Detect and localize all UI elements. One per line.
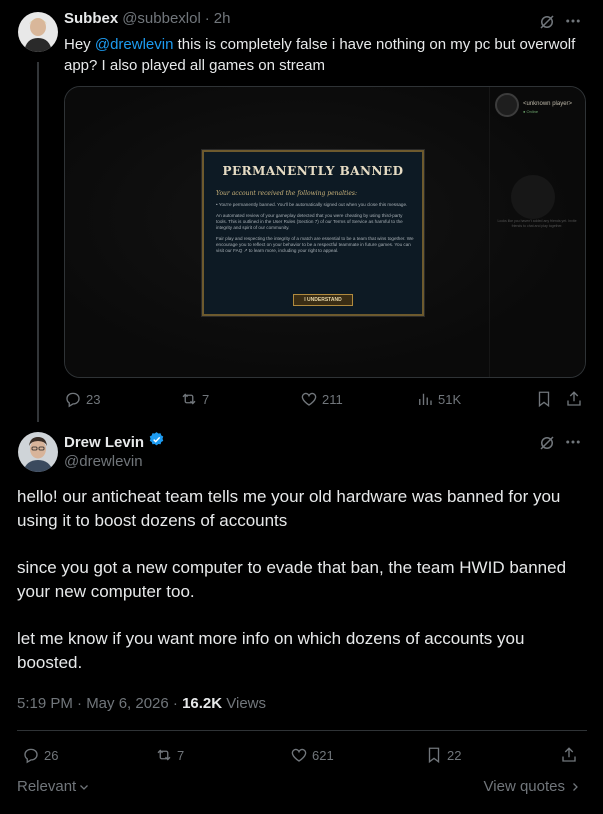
tweet1-author-handle[interactable]: @subbexlol: [122, 10, 201, 27]
media-social-panel: <unknown player> ● Online Looks like you…: [489, 87, 585, 377]
like-icon: [291, 748, 307, 762]
view-quotes-link[interactable]: View quotes: [484, 778, 581, 795]
grok-icon[interactable]: [538, 13, 556, 36]
tweet2-like-count: 621: [312, 747, 334, 763]
tweet1-header: Subbex @subbexlol · 2h: [64, 10, 230, 27]
tweet1-like-button[interactable]: 211: [300, 390, 343, 408]
tweet1-bookmark-button[interactable]: [535, 390, 553, 413]
tweet1-text-prefix: Hey: [64, 36, 95, 53]
ban-dialog-body: • You're permanently banned. You'll be a…: [216, 202, 414, 259]
tweet1-like-count: 211: [322, 391, 343, 407]
chevron-right-icon: [573, 782, 578, 791]
media-emblem: [511, 175, 555, 219]
tweet2-author-name[interactable]: Drew Levin: [64, 434, 144, 451]
more-icon[interactable]: [564, 433, 582, 456]
divider-top: [17, 730, 587, 731]
ban-dialog: PERMANENTLY BANNED Your account received…: [202, 150, 424, 316]
tweet2-paragraph: let me know if you want more info on whi…: [17, 629, 525, 672]
bookmark-icon: [428, 747, 440, 764]
tweet2-share-button[interactable]: [560, 746, 578, 769]
reply-icon: [66, 392, 80, 408]
avatar-subbex[interactable]: [18, 12, 58, 52]
avatar-drew-levin[interactable]: [18, 432, 58, 472]
ban-dialog-line: • You're permanently banned. You'll be a…: [216, 202, 408, 207]
tweet1-share-button[interactable]: [565, 390, 583, 413]
tweet1-repost-button[interactable]: 7: [180, 390, 209, 408]
ban-dialog-subtitle: Your account received the following pena…: [216, 190, 358, 197]
repost-icon: [157, 749, 171, 761]
tweet1-repost-count: 7: [202, 391, 210, 407]
ban-dialog-line: Fair play and respecting the integrity o…: [216, 236, 414, 253]
tweet2-paragraph: hello! our anticheat team tells me your …: [17, 487, 561, 530]
tweet1-text: Hey @drewlevin this is completely false …: [64, 34, 584, 76]
tweet2-header: Drew Levin: [64, 431, 165, 453]
tweet1-views-count: 51K: [438, 391, 462, 407]
repost-icon: [182, 393, 196, 405]
view-quotes-label: View quotes: [483, 778, 565, 795]
media-hint-text: Looks like you haven't added any friends…: [497, 219, 577, 228]
reply-icon: [24, 748, 38, 764]
like-icon: [301, 392, 317, 406]
tweet1-author-name[interactable]: Subbex: [64, 10, 118, 27]
ban-dialog-line: An automated review of your gameplay det…: [216, 213, 403, 230]
thread-connector-line: [37, 62, 39, 422]
ban-dialog-title: PERMANENTLY BANNED: [222, 164, 404, 178]
bookmark-icon: [538, 391, 550, 408]
share-icon: [567, 391, 581, 406]
tweet1-views-button[interactable]: 51K: [416, 390, 461, 408]
tweet2-views-label: Views: [222, 695, 267, 712]
tweet1-reply-count: 23: [86, 391, 101, 407]
tweet2-reply-button[interactable]: 26: [22, 746, 58, 764]
sort-dropdown[interactable]: Relevant: [17, 778, 90, 795]
more-icon[interactable]: [564, 12, 582, 35]
tweet1-separator: ·: [204, 10, 210, 27]
tweet2-repost-button[interactable]: 7: [155, 746, 184, 764]
tweet1-mention-link[interactable]: @drewlevin: [95, 36, 174, 53]
tweet2-metadata: 5:19 PM · May 6, 2026 · 16.2K Views: [17, 695, 266, 712]
tweet1-media-image[interactable]: <unknown player> ● Online Looks like you…: [64, 86, 586, 378]
tweet2-reply-count: 26: [44, 747, 59, 763]
media-profile-status: ● Online: [523, 109, 539, 114]
views-icon: [419, 393, 432, 405]
tweet2-repost-count: 7: [177, 747, 185, 763]
tweet2-bookmark-count: 22: [447, 747, 462, 763]
tweet2-views-count: 16.2K: [182, 695, 223, 712]
media-profile-avatar: [495, 93, 519, 117]
tweet2-bookmark-button[interactable]: 22: [425, 746, 461, 764]
ban-dialog-button: I UNDERSTAND: [293, 294, 353, 306]
sort-label: Relevant: [17, 778, 77, 795]
media-profile-name: <unknown player>: [523, 101, 573, 107]
share-icon: [562, 747, 576, 762]
media-profile: <unknown player> ● Online: [495, 91, 579, 131]
tweet2-paragraph: since you got a new computer to evade th…: [17, 558, 567, 601]
tweet2-text: hello! our anticheat team tells me your …: [17, 485, 587, 698]
tweet2-timestamp[interactable]: 5:19 PM · May 6, 2026 ·: [17, 695, 182, 712]
verified-badge-icon: [148, 431, 165, 453]
chevron-down-icon: [80, 784, 89, 790]
grok-icon[interactable]: [538, 434, 556, 457]
tweet2-author-handle[interactable]: @drewlevin: [64, 453, 143, 470]
tweet2-like-button[interactable]: 621: [290, 746, 334, 764]
tweet1-time[interactable]: 2h: [214, 10, 231, 27]
tweet1-reply-button[interactable]: 23: [64, 390, 100, 408]
